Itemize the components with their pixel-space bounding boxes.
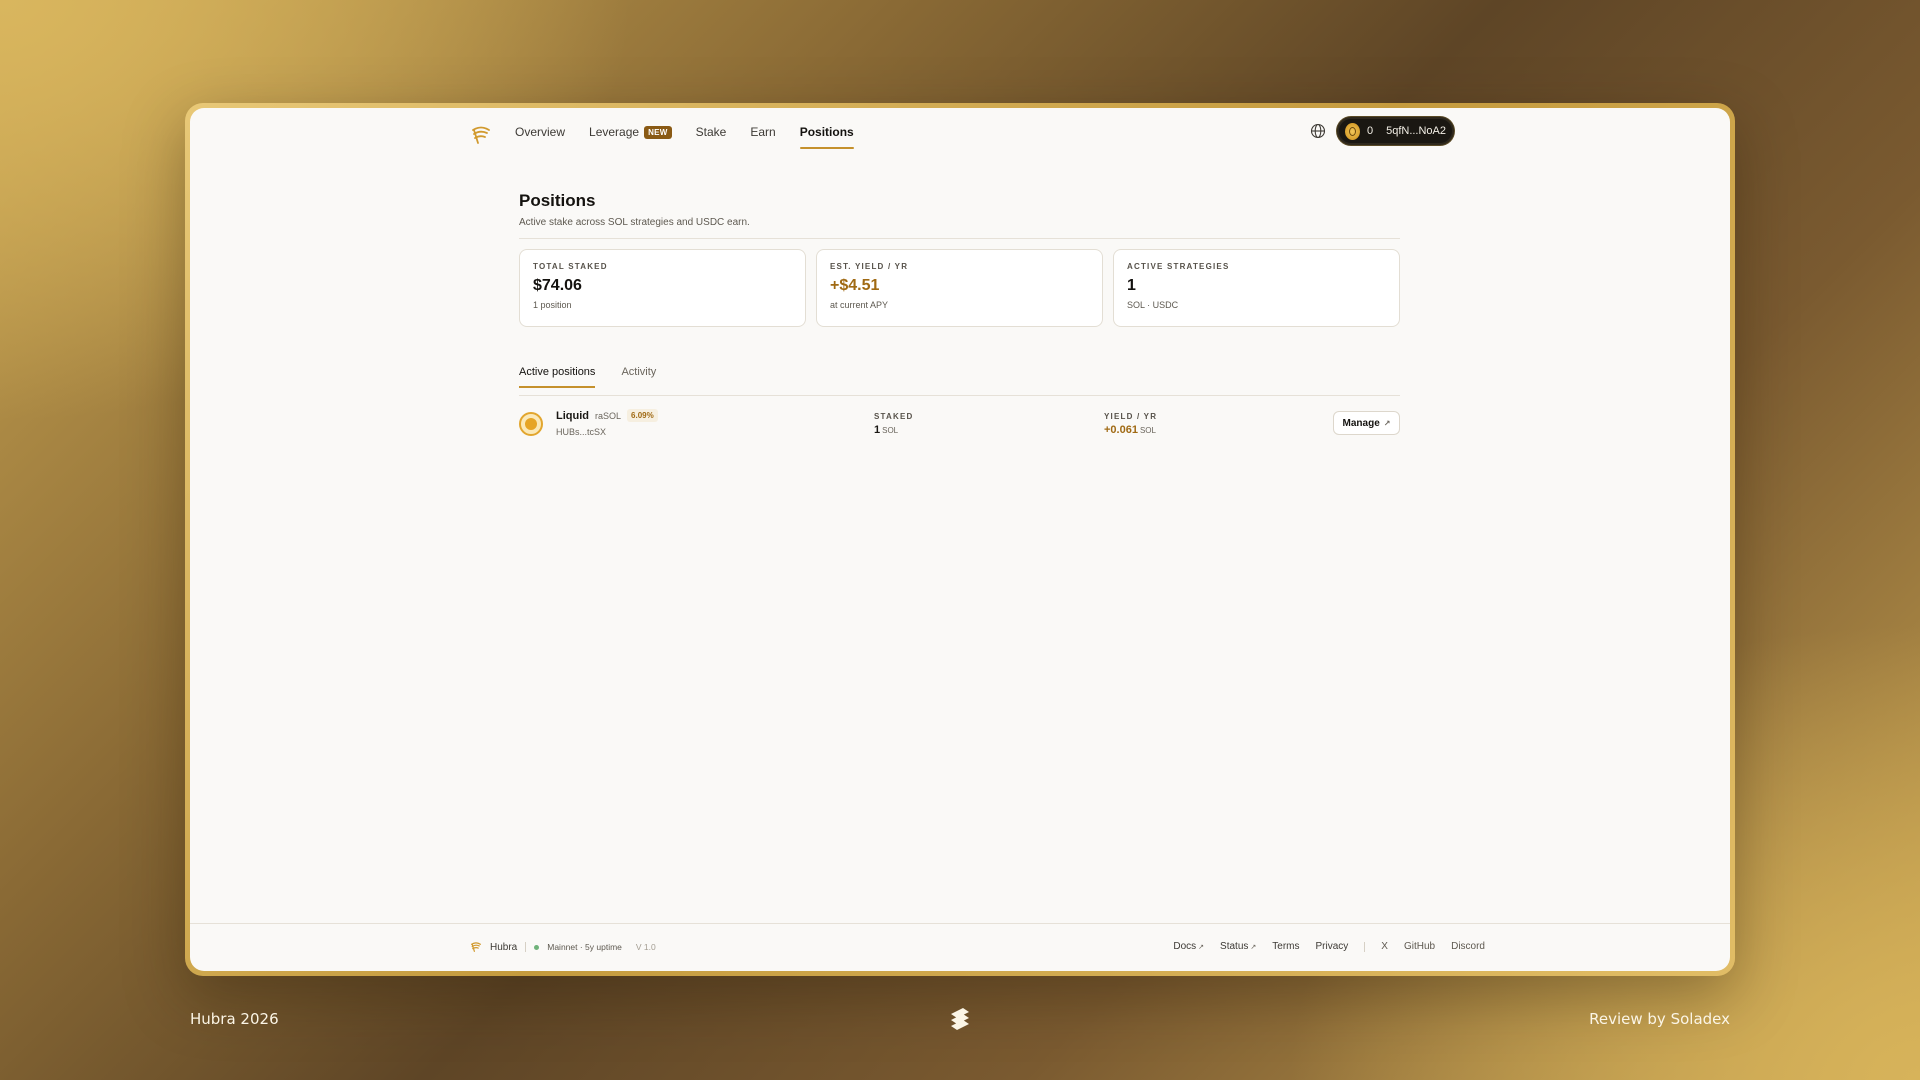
positions-tabs: Active positions Activity: [519, 366, 656, 388]
staked-unit: SOL: [882, 426, 899, 435]
footer-link-docs[interactable]: Docs ↗: [1173, 941, 1204, 952]
rasol-token-icon: [519, 412, 543, 436]
nav-links: Overview Leverage NEW Stake Earn Position…: [515, 125, 854, 149]
card-label: TOTAL STAKED: [533, 262, 608, 271]
caption-left: Hubra 2026: [190, 1010, 279, 1028]
header-divider: [519, 238, 1400, 239]
nav-leverage-label: Leverage: [589, 125, 640, 139]
tab-active-positions[interactable]: Active positions: [519, 366, 596, 388]
manage-button[interactable]: Manage ↗: [1333, 411, 1400, 435]
caption-right: Review by Soladex: [1589, 1010, 1730, 1028]
card-value: $74.06: [533, 277, 582, 294]
wallet-count: 0: [1366, 125, 1374, 137]
footer-link-docs-label: Docs: [1173, 941, 1197, 952]
position-name-group: Liquid raSOL 6.09%: [556, 409, 658, 422]
wallet-button[interactable]: 0 5qfN...NoA2: [1337, 117, 1454, 145]
yield-value-group: +0.061 SOL: [1104, 424, 1157, 436]
footer-brand: Hubra: [490, 941, 518, 953]
card-sub: SOL · USDC: [1127, 300, 1179, 310]
footer-separator: [525, 942, 527, 952]
footer-link-status[interactable]: Status ↗: [1220, 941, 1256, 952]
yield-column: YIELD / YR +0.061 SOL: [1104, 412, 1157, 436]
external-arrow-icon: ↗: [1198, 944, 1205, 951]
card-est-yield: EST. YIELD / YR +$4.51 at current APY: [816, 249, 1103, 327]
app-frame: Overview Leverage NEW Stake Earn Position…: [185, 103, 1735, 976]
yield-value: +0.061: [1104, 424, 1138, 436]
app-window: Overview Leverage NEW Stake Earn Position…: [190, 108, 1730, 971]
manage-label: Manage: [1342, 417, 1380, 429]
tab-activity[interactable]: Activity: [621, 366, 656, 388]
nav-earn-label: Earn: [750, 125, 776, 139]
external-arrow-icon: ↗: [1250, 944, 1257, 951]
position-address: HUBs...tcSX: [556, 427, 607, 437]
footer-separator: [1364, 941, 1366, 952]
staked-value-group: 1 SOL: [874, 424, 914, 436]
hubra-logo-icon[interactable]: [470, 124, 492, 146]
nav-stake[interactable]: Stake: [696, 125, 727, 149]
soladex-mark-icon: [951, 1008, 969, 1030]
card-total-staked: TOTAL STAKED $74.06 1 position: [519, 249, 806, 327]
nav-positions-label: Positions: [799, 125, 854, 139]
footer-link-github[interactable]: GitHub: [1404, 941, 1435, 952]
footer-link-discord[interactable]: Discord: [1451, 941, 1485, 952]
staked-label: STAKED: [874, 412, 914, 421]
wallet-address: 5qfN...NoA2: [1386, 125, 1446, 137]
footer-link-privacy[interactable]: Privacy: [1316, 941, 1349, 952]
card-active-strategies: ACTIVE STRATEGIES 1 SOL · USDC: [1113, 249, 1400, 327]
version-label: V 1.0: [635, 942, 656, 952]
nav-overview-label: Overview: [515, 125, 566, 139]
yield-label: YIELD / YR: [1104, 412, 1158, 421]
nav-stake-label: Stake: [695, 125, 727, 139]
network-status: Mainnet · 5y uptime: [547, 942, 622, 952]
card-label: EST. YIELD / YR: [830, 262, 909, 271]
card-value: +$4.51: [830, 277, 880, 294]
status-dot-icon: [534, 944, 540, 950]
hubra-footer-logo-icon: [471, 942, 481, 952]
new-badge: NEW: [644, 125, 672, 139]
coin-icon: [1345, 122, 1360, 140]
page-subtitle: Active stake across SOL strategies and U…: [519, 217, 750, 228]
footer-link-terms[interactable]: Terms: [1272, 941, 1299, 952]
yield-unit: SOL: [1139, 426, 1156, 435]
external-arrow-icon: ↗: [1383, 418, 1391, 428]
staked-column: STAKED 1 SOL: [874, 412, 914, 436]
footer-link-x[interactable]: X: [1381, 941, 1388, 952]
nav-earn[interactable]: Earn: [750, 125, 775, 149]
card-value: 1: [1127, 277, 1136, 294]
position-symbol: raSOL: [595, 410, 622, 421]
tabs-divider: [519, 395, 1400, 396]
card-sub: at current APY: [830, 300, 889, 310]
stat-cards: TOTAL STAKED $74.06 1 position EST. YIEL…: [519, 249, 1400, 327]
footer-left: Hubra Mainnet · 5y uptime V 1.0: [470, 941, 656, 953]
apy-badge: 6.09%: [627, 409, 658, 422]
position-row: Liquid raSOL 6.09% HUBs...tcSX STAKED 1S…: [519, 405, 1400, 445]
position-name: Liquid: [556, 409, 589, 422]
nav-overview[interactable]: Overview: [515, 125, 565, 149]
card-label: ACTIVE STRATEGIES: [1127, 262, 1230, 271]
nav-positions[interactable]: Positions: [799, 125, 854, 149]
top-nav: Overview Leverage NEW Stake Earn Position…: [190, 108, 1730, 168]
card-sub: 1 position: [533, 300, 572, 310]
footer: Hubra Mainnet · 5y uptime V 1.0 Docs ↗ St…: [190, 923, 1730, 971]
footer-link-status-label: Status: [1220, 941, 1249, 952]
globe-icon[interactable]: [1310, 123, 1326, 139]
nav-leverage[interactable]: Leverage NEW: [589, 125, 672, 149]
page-title: Positions: [519, 191, 596, 210]
footer-links: Docs ↗ Status ↗ Terms Privacy X GitHub Dis…: [1173, 941, 1485, 952]
staked-value: 1: [874, 424, 881, 436]
